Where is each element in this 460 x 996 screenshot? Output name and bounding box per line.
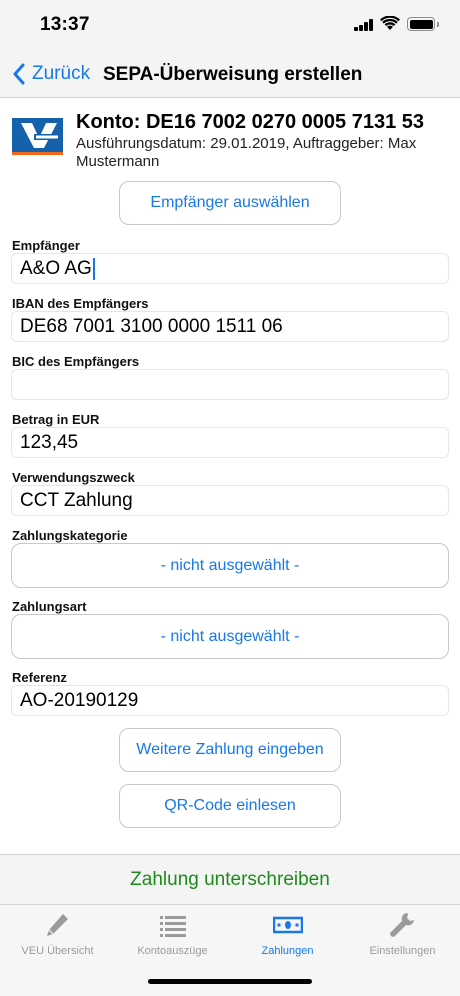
category-select[interactable]: - nicht ausgewählt - [11, 543, 449, 588]
account-details: Ausführungsdatum: 29.01.2019, Auftraggeb… [76, 135, 417, 170]
purpose-label: Verwendungszweck [12, 470, 135, 485]
tab-statements[interactable]: Kontoauszüge [115, 905, 230, 963]
amount-value: 123,45 [20, 431, 79, 453]
wifi-icon [380, 16, 400, 30]
bank-logo [12, 118, 63, 152]
navigation-bar: Zurück SEPA-Überweisung erstellen [0, 50, 460, 98]
bank-logo-stripe [12, 152, 63, 155]
recipient-field[interactable]: A&O AG [11, 253, 449, 284]
battery-icon [407, 17, 439, 31]
sign-bar: Zahlung unterschreiben [0, 854, 460, 904]
payment-type-label: Zahlungsart [12, 599, 87, 614]
recipient-label: Empfänger [12, 238, 80, 253]
list-icon [159, 916, 186, 937]
purpose-field[interactable]: CCT Zahlung [11, 485, 449, 516]
tab-veu-overview[interactable]: VEU Übersicht [0, 905, 115, 963]
page-title: SEPA-Überweisung erstellen [103, 64, 363, 85]
tab-settings[interactable]: Einstellungen [345, 905, 460, 963]
back-button[interactable]: Zurück [12, 60, 90, 88]
amount-label: Betrag in EUR [12, 412, 100, 427]
sign-payment-button[interactable]: Zahlung unterschreiben [0, 855, 460, 905]
tab-label: Kontoauszüge [137, 945, 208, 957]
payment-type-select[interactable]: - nicht ausgewählt - [11, 614, 449, 659]
more-payment-button[interactable]: Weitere Zahlung eingeben [119, 728, 341, 772]
pencil-icon [46, 914, 68, 936]
account-title: Konto: DE16 7002 0270 0005 7131 53 [76, 111, 424, 133]
home-indicator [148, 979, 312, 984]
select-recipient-button[interactable]: Empfänger auswählen [119, 181, 341, 225]
tab-label: Zahlungen [261, 945, 314, 957]
iban-label: IBAN des Empfängers [12, 296, 149, 311]
iban-value: DE68 7001 3100 0000 1511 06 [20, 315, 283, 337]
amount-field[interactable]: 123,45 [11, 427, 449, 458]
text-caret [92, 257, 95, 280]
category-label: Zahlungskategorie [12, 528, 128, 543]
reference-label: Referenz [12, 670, 67, 685]
reference-value: AO-20190129 [20, 689, 139, 711]
status-time: 13:37 [40, 14, 90, 35]
wrench-icon [389, 913, 414, 937]
reference-field[interactable]: AO-20190129 [11, 685, 449, 716]
bic-label: BIC des Empfängers [12, 354, 140, 369]
tab-label: VEU Übersicht [21, 945, 94, 957]
recipient-value: A&O AG [20, 257, 92, 279]
back-label: Zurück [32, 63, 91, 84]
status-bar: 13:37 [0, 0, 460, 50]
purpose-value: CCT Zahlung [20, 489, 133, 511]
cellular-signal-icon [354, 19, 374, 31]
tab-payments[interactable]: Zahlungen [230, 905, 345, 963]
chevron-left-icon [13, 63, 25, 85]
scan-qr-button[interactable]: QR-Code einlesen [119, 784, 341, 828]
tab-label: Einstellungen [369, 945, 436, 957]
bic-field[interactable] [11, 369, 449, 400]
iban-field[interactable]: DE68 7001 3100 0000 1511 06 [11, 311, 449, 342]
banknote-icon [272, 916, 303, 934]
